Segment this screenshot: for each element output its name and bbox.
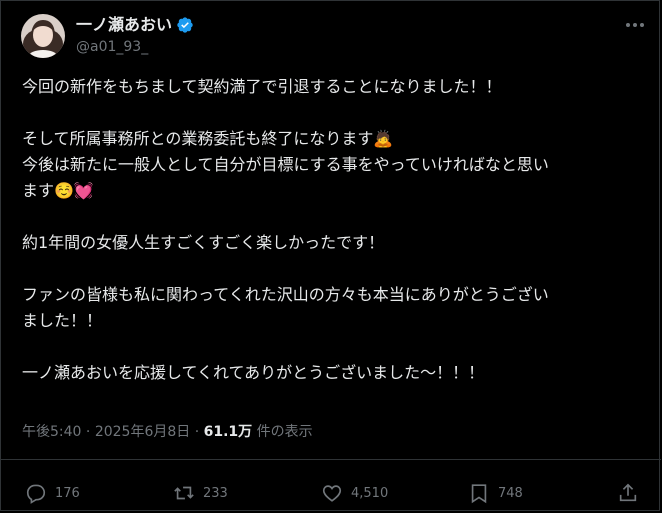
post-line-blank xyxy=(22,334,642,360)
post-line-blank xyxy=(22,256,642,282)
post-line: ファンの皆様も私に関わってくれた沢山の方々も本当にありがとうござい xyxy=(22,285,549,304)
like-button[interactable]: 4,510 xyxy=(321,479,388,507)
avatar-photo xyxy=(21,14,65,58)
like-count: 4,510 xyxy=(351,485,389,501)
meta-separator: · xyxy=(81,424,95,440)
share-button[interactable] xyxy=(617,479,639,507)
post-line-blank xyxy=(22,204,642,230)
post-line: ました！！ xyxy=(22,311,103,330)
action-bar: 176 233 4,510 748 xyxy=(1,479,661,507)
author-display-name[interactable]: 一ノ瀬あおい xyxy=(76,15,172,35)
meta-separator: · xyxy=(190,424,204,440)
post-line: そして所属事務所との業務委託も終了になります🙇 xyxy=(22,129,394,148)
repost-button[interactable]: 233 xyxy=(173,479,228,507)
reply-button[interactable]: 176 xyxy=(25,479,80,507)
more-icon xyxy=(626,23,644,27)
post-line: 今回の新作をもちまして契約満了で引退することになりました！！ xyxy=(22,77,502,96)
repost-icon xyxy=(174,486,194,500)
post-line: 今後は新たに一般人として自分が目標にする事をやっていければなと思い xyxy=(22,155,549,174)
post-time[interactable]: 午後5:40 xyxy=(22,424,81,440)
divider xyxy=(1,459,661,460)
share-icon xyxy=(619,483,637,502)
author-handle[interactable]: @a01_93_ xyxy=(76,38,148,56)
post-line-blank xyxy=(22,100,642,126)
repost-count: 233 xyxy=(203,485,228,501)
reply-icon xyxy=(26,484,46,504)
reply-count: 176 xyxy=(55,485,80,501)
heart-icon xyxy=(322,485,342,502)
more-options-button[interactable] xyxy=(624,17,646,33)
avatar[interactable] xyxy=(21,14,65,58)
view-count: 61.1万 xyxy=(203,424,253,440)
bookmark-count: 748 xyxy=(498,485,523,501)
post-text: 今回の新作をもちまして契約満了で引退することになりました！！ そして所属事務所と… xyxy=(22,74,642,386)
author-name-row[interactable]: 一ノ瀬あおい xyxy=(76,15,194,35)
bookmark-button[interactable]: 748 xyxy=(468,479,523,507)
post-line: ます☺️💓 xyxy=(22,181,94,200)
verified-badge-icon xyxy=(177,17,193,33)
bookmark-icon xyxy=(471,484,487,504)
post-meta: 午後5:40 · 2025年6月8日 · 61.1万 件の表示 xyxy=(22,422,313,442)
post-line: 約1年間の女優人生すごくすごく楽しかったです！ xyxy=(22,233,385,252)
post-date[interactable]: 2025年6月8日 xyxy=(95,424,190,440)
post-card: 一ノ瀬あおい @a01_93_ 今回の新作をもちまして契約満了で引退することにな… xyxy=(0,0,661,511)
view-count-label: 件の表示 xyxy=(252,424,313,440)
post-line: 一ノ瀬あおいを応援してくれてありがとうございました〜！！！ xyxy=(22,363,485,382)
